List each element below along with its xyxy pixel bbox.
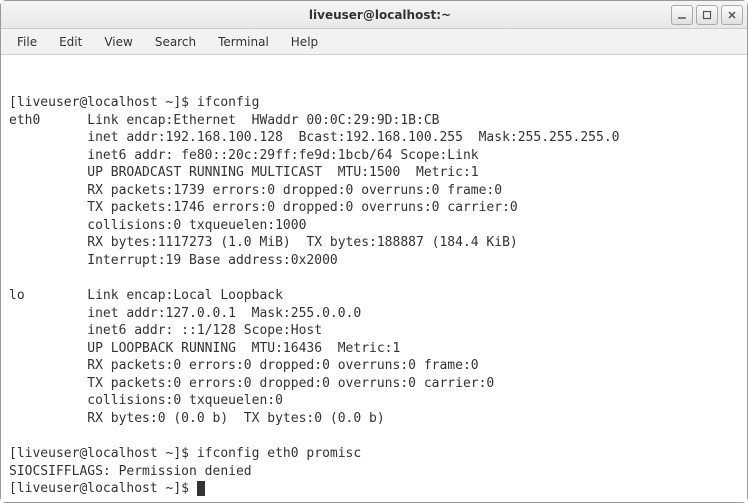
menu-edit[interactable]: Edit xyxy=(49,32,92,52)
menu-terminal[interactable]: Terminal xyxy=(208,32,279,52)
window-title: liveuser@localhost:~ xyxy=(309,8,451,22)
menubar: File Edit View Search Terminal Help xyxy=(1,29,747,55)
terminal-line: RX packets:1739 errors:0 dropped:0 overr… xyxy=(9,182,739,200)
window-controls xyxy=(671,5,743,25)
menu-search[interactable]: Search xyxy=(145,32,206,52)
terminal-line: inet6 addr: ::1/128 Scope:Host xyxy=(9,322,739,340)
terminal-line: eth0 Link encap:Ethernet HWaddr 00:0C:29… xyxy=(9,112,739,130)
terminal-line: UP BROADCAST RUNNING MULTICAST MTU:1500 … xyxy=(9,164,739,182)
terminal-line xyxy=(9,270,739,288)
terminal-line: RX packets:0 errors:0 dropped:0 overruns… xyxy=(9,357,739,375)
terminal-line: UP LOOPBACK RUNNING MTU:16436 Metric:1 xyxy=(9,340,739,358)
maximize-icon xyxy=(702,10,712,20)
terminal-line: collisions:0 txqueuelen:1000 xyxy=(9,217,739,235)
menu-file[interactable]: File xyxy=(7,32,47,52)
terminal-line: SIOCSIFFLAGS: Permission denied xyxy=(9,463,739,481)
close-button[interactable] xyxy=(721,5,743,25)
terminal-line: [liveuser@localhost ~]$ ifconfig xyxy=(9,94,739,112)
minimize-icon xyxy=(677,10,687,20)
terminal-line: Interrupt:19 Base address:0x2000 xyxy=(9,252,739,270)
terminal-output[interactable]: [liveuser@localhost ~]$ ifconfigeth0 Lin… xyxy=(1,55,747,502)
terminal-line: [liveuser@localhost ~]$ ifconfig eth0 pr… xyxy=(9,445,739,463)
close-icon xyxy=(727,10,737,20)
terminal-line: TX packets:0 errors:0 dropped:0 overruns… xyxy=(9,375,739,393)
window-titlebar: liveuser@localhost:~ xyxy=(1,1,747,29)
terminal-line: lo Link encap:Local Loopback xyxy=(9,287,739,305)
terminal-cursor xyxy=(197,481,205,496)
menu-view[interactable]: View xyxy=(94,32,142,52)
maximize-button[interactable] xyxy=(696,5,718,25)
menu-help[interactable]: Help xyxy=(281,32,328,52)
terminal-line: RX bytes:0 (0.0 b) TX bytes:0 (0.0 b) xyxy=(9,410,739,428)
terminal-line xyxy=(9,427,739,445)
terminal-line: collisions:0 txqueuelen:0 xyxy=(9,392,739,410)
prompt-current: [liveuser@localhost ~]$ xyxy=(9,481,197,496)
terminal-line: inet addr:192.168.100.128 Bcast:192.168.… xyxy=(9,129,739,147)
terminal-line: TX packets:1746 errors:0 dropped:0 overr… xyxy=(9,199,739,217)
minimize-button[interactable] xyxy=(671,5,693,25)
terminal-line: RX bytes:1117273 (1.0 MiB) TX bytes:1888… xyxy=(9,234,739,252)
terminal-line: inet addr:127.0.0.1 Mask:255.0.0.0 xyxy=(9,305,739,323)
terminal-line: inet6 addr: fe80::20c:29ff:fe9d:1bcb/64 … xyxy=(9,147,739,165)
